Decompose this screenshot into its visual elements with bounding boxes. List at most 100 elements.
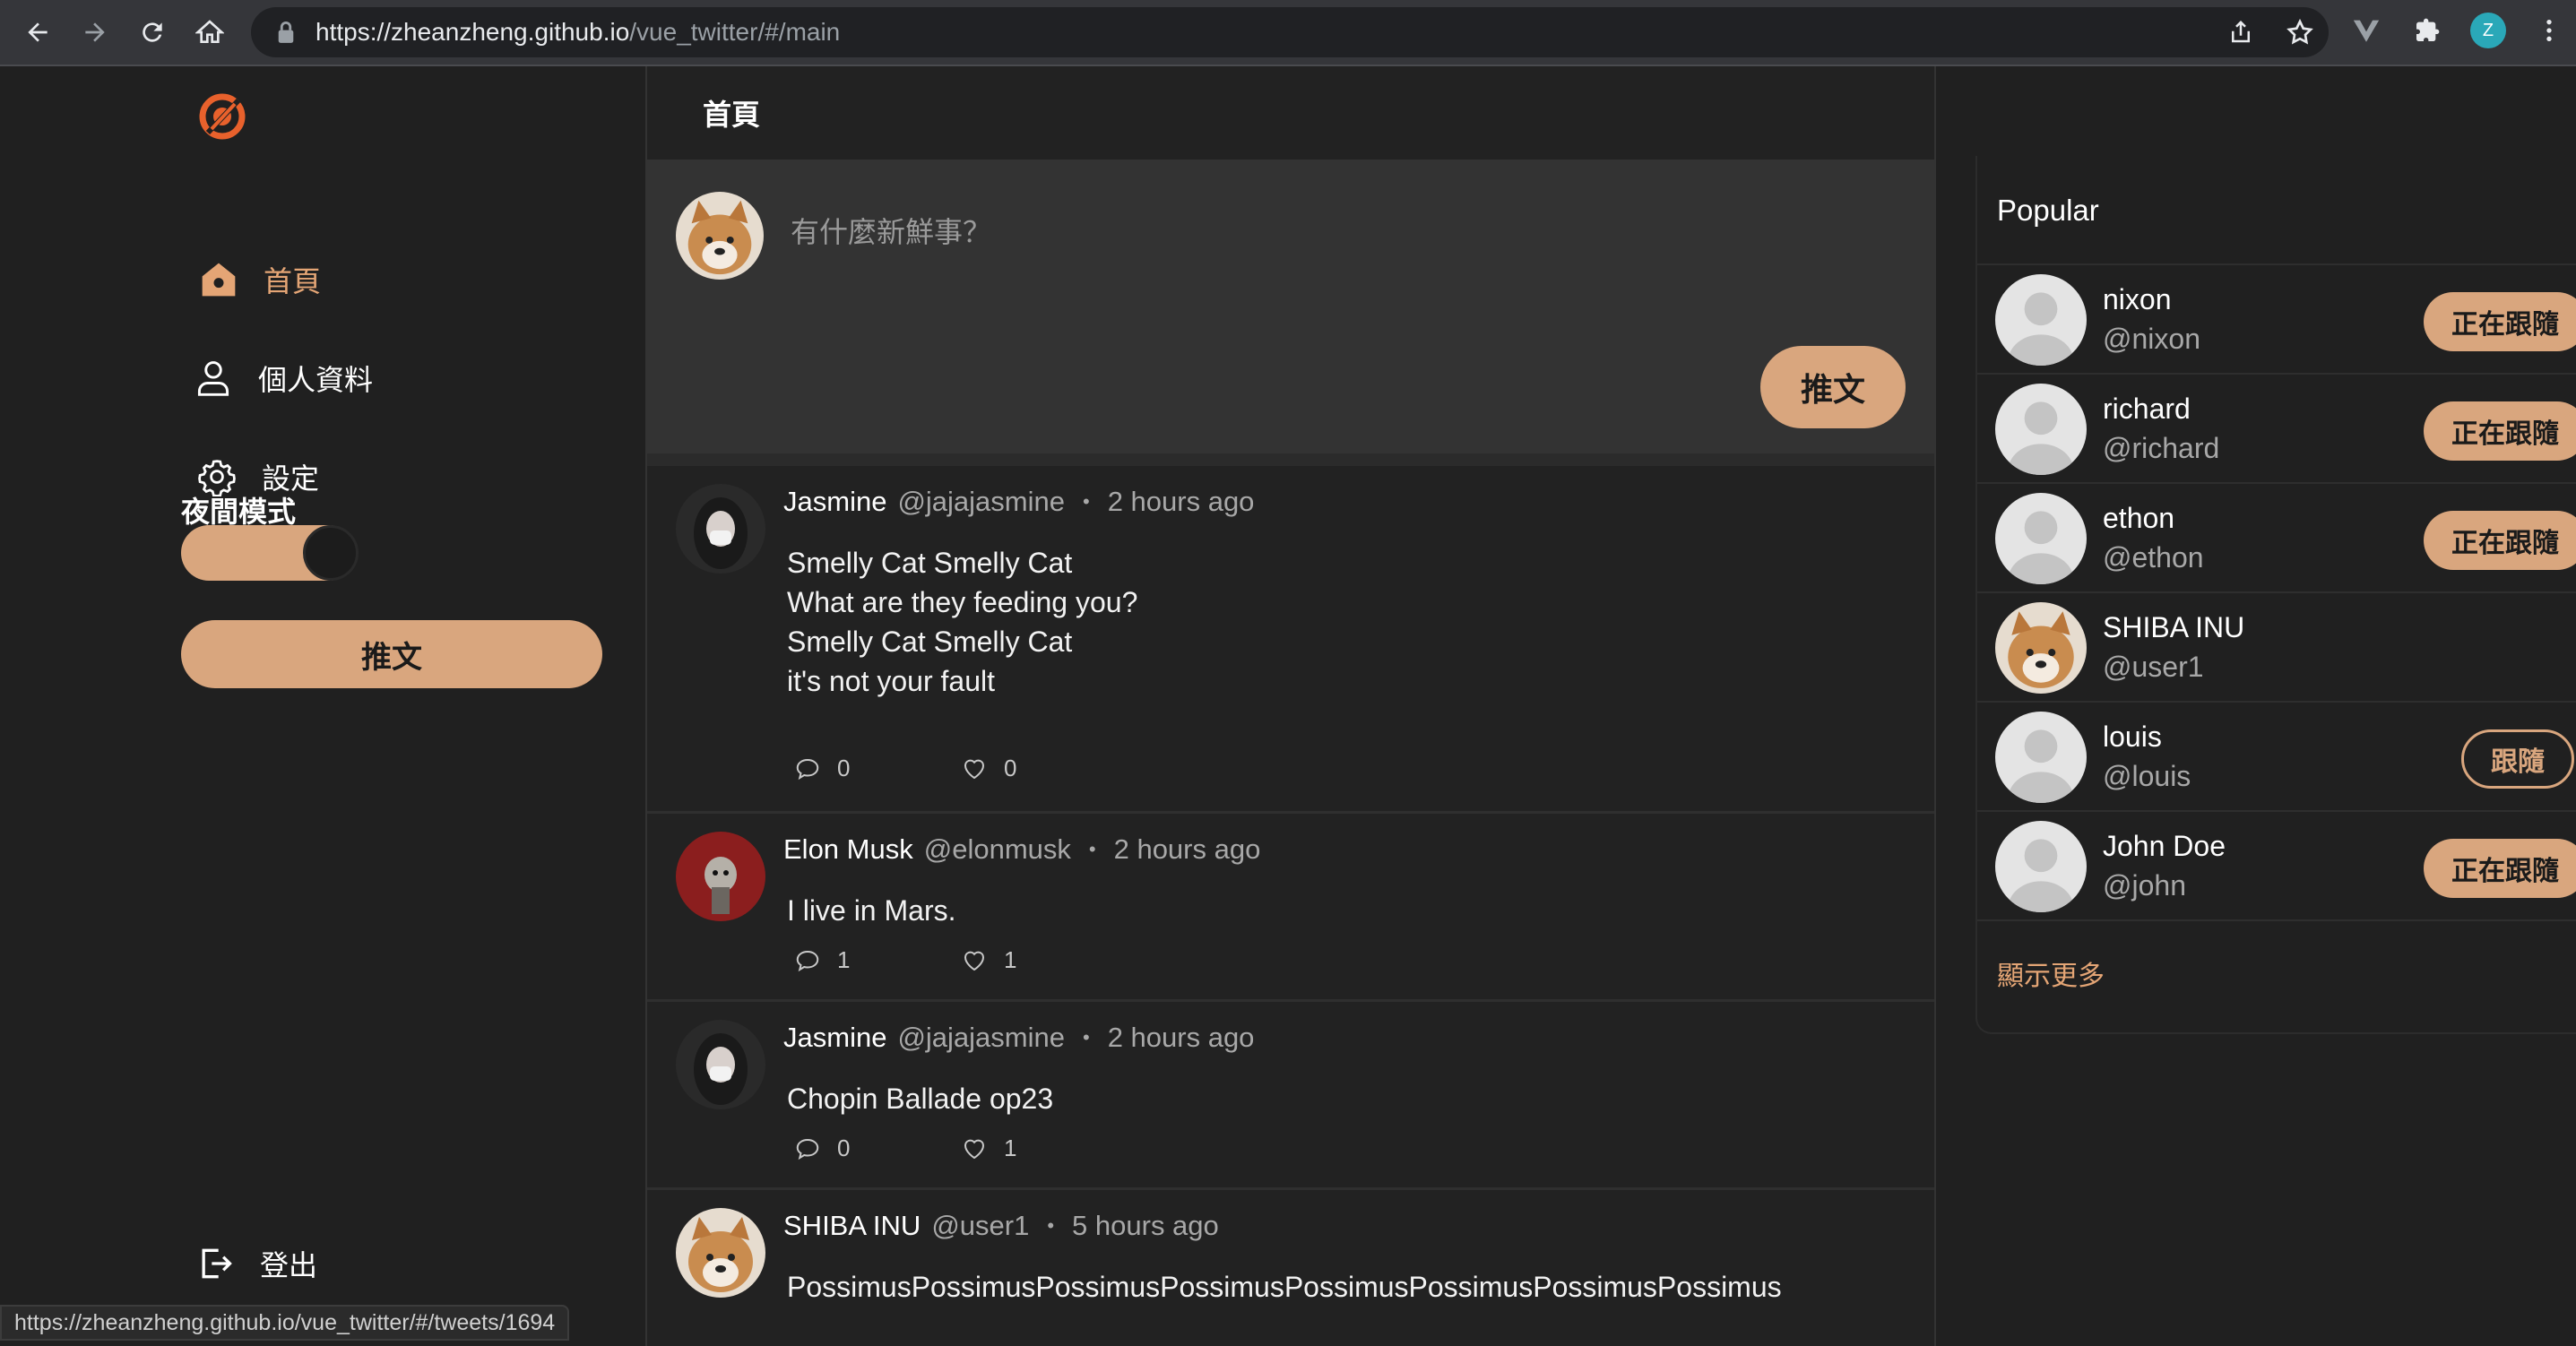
popular-user-item[interactable]: John Doe @john 正在跟隨 [1977,812,2576,921]
tweet-time: 5 hours ago [1072,1210,1219,1241]
tweet-author-handle[interactable]: @jajajasmine [897,1022,1065,1054]
tweet-avatar[interactable] [676,832,765,921]
star-icon[interactable] [2284,16,2316,48]
vue-devtools-icon[interactable] [2348,13,2384,48]
separator-dot: • [1088,838,1096,860]
popular-user-item[interactable]: louis @louis 跟隨 [1977,703,2576,812]
logout-icon [202,1248,232,1279]
following-button[interactable]: 正在跟隨 [2424,511,2576,570]
heart-icon [964,951,985,971]
reply-button[interactable]: 1 [794,946,961,974]
address-bar[interactable]: https://zheanzheng.github.io/vue_twitter… [251,7,2329,57]
tweet-card[interactable]: Jasmine @jajajasmine • 2 hours ago Chopi… [647,1002,1934,1190]
extensions-icon[interactable] [2409,13,2445,48]
popular-user-item[interactable]: richard @richard 正在跟隨 [1977,375,2576,484]
popular-user-item[interactable]: SHIBA INU @user1 [1977,593,2576,703]
tweet-avatar[interactable] [676,1020,765,1109]
like-count: 1 [1004,1135,1017,1161]
popular-user-name[interactable]: louis [2103,720,2162,754]
night-mode-toggle[interactable] [181,525,359,581]
popular-user-item[interactable]: ethon @ethon 正在跟隨 [1977,484,2576,593]
tweet-author-name[interactable]: Jasmine [783,486,886,518]
page-title: 首頁 [647,66,1934,161]
logout-label: 登出 [260,1249,318,1281]
url-path: /vue_twitter/#/main [629,18,841,46]
tweet-body: I live in Mars. [787,894,956,927]
following-button[interactable]: 正在跟隨 [2424,401,2576,461]
popular-user-item[interactable]: nixon @nixon 正在跟隨 [1977,265,2576,375]
popular-user-handle: @user1 [2103,651,2204,683]
popular-user-name[interactable]: ethon [2103,502,2174,535]
popular-user-handle: @ethon [2103,541,2204,574]
tweet-author-handle[interactable]: @user1 [931,1210,1029,1242]
like-count: 1 [1004,946,1017,973]
left-sidebar: 首頁 個人資料 設定 夜間模式 推文 登出 [0,66,645,1346]
tweet-author-name[interactable]: SHIBA INU [783,1210,921,1242]
logout-button[interactable]: 登出 [195,1237,317,1290]
profile-avatar[interactable]: Z [2470,13,2506,48]
tweet-card[interactable]: SHIBA INU @user1 • 5 hours ago PossimusP… [647,1190,1934,1346]
reload-icon[interactable] [124,4,181,61]
toggle-knob [303,525,359,581]
reply-icon [796,758,819,780]
reply-button[interactable]: 0 [794,1135,961,1162]
like-count: 0 [1004,755,1017,781]
tweet-author-name[interactable]: Jasmine [783,1022,886,1054]
sidebar-item-label: 個人資料 [258,364,374,396]
like-button[interactable]: 1 [961,1135,1128,1162]
sidebar-item-profile[interactable]: 個人資料 [194,351,373,405]
like-button[interactable]: 1 [961,946,1128,974]
tweet-card[interactable]: Jasmine @jajajasmine • 2 hours ago Smell… [647,466,1934,814]
following-button[interactable]: 正在跟隨 [2424,292,2576,351]
default-avatar-icon[interactable] [1995,274,2087,366]
forward-icon[interactable] [66,4,124,61]
popular-user-name[interactable]: John Doe [2103,830,2226,863]
tweet-card[interactable]: Elon Musk @elonmusk • 2 hours ago I live… [647,814,1934,1002]
tweet-time: 2 hours ago [1113,833,1261,865]
logo-icon[interactable] [199,93,246,140]
following-button[interactable]: 正在跟隨 [2424,839,2576,898]
default-avatar-icon[interactable] [1995,384,2087,475]
like-button[interactable]: 0 [961,755,1128,782]
app-root: 首頁 個人資料 設定 夜間模式 推文 登出 首頁 有什麼新鮮事？ 推文 Jasm… [0,66,2576,1346]
popular-list: nixon @nixon 正在跟隨 richard @richard 正在跟隨 … [1977,263,2576,921]
popular-user-handle: @john [2103,869,2186,902]
menu-dots-icon[interactable] [2531,13,2567,48]
lock-icon [278,22,294,43]
popular-user-handle: @nixon [2103,323,2200,355]
tweet-avatar[interactable] [676,484,765,574]
browser-toolbar: https://zheanzheng.github.io/vue_twitter… [0,0,2576,66]
user-icon [197,361,229,396]
default-avatar-icon[interactable] [1995,712,2087,803]
sidebar-item-label: 首頁 [264,265,322,298]
tweet-time: 2 hours ago [1107,486,1255,517]
sidebar-item-home[interactable]: 首頁 [199,253,321,306]
reply-button[interactable]: 0 [794,755,961,782]
default-avatar-icon[interactable] [1995,821,2087,912]
default-avatar-icon[interactable] [1995,493,2087,584]
main-feed: 首頁 有什麼新鮮事？ 推文 Jasmine @jajajasmine • 2 h… [645,66,1936,1346]
share-icon[interactable] [2225,16,2257,48]
tweet-time: 2 hours ago [1107,1022,1255,1053]
popular-user-handle: @richard [2103,432,2220,464]
follow-button[interactable]: 跟隨 [2461,729,2574,789]
popular-user-name[interactable]: SHIBA INU [2103,611,2244,644]
heart-icon [964,759,985,779]
composer-input[interactable]: 有什麼新鮮事？ [791,210,991,251]
tweet-author-name[interactable]: Elon Musk [783,833,913,866]
separator-dot: • [1047,1214,1055,1237]
show-more-link[interactable]: 顯示更多 [1997,953,2105,993]
popular-user-name[interactable]: nixon [2103,283,2172,316]
tweet-author-handle[interactable]: @elonmusk [924,833,1071,866]
user-avatar[interactable] [1995,602,2087,694]
popular-user-name[interactable]: richard [2103,393,2191,426]
home-browser-icon[interactable] [181,4,238,61]
sidebar-tweet-button[interactable]: 推文 [181,620,602,688]
tweet-author-handle[interactable]: @jajajasmine [897,486,1065,518]
composer-tweet-button[interactable]: 推文 [1760,346,1906,428]
tweet-body: Smelly Cat Smelly Cat What are they feed… [787,547,1138,697]
tweet-avatar[interactable] [676,1208,765,1298]
heart-icon [964,1139,985,1159]
back-icon[interactable] [9,4,66,61]
popular-user-handle: @louis [2103,760,2191,792]
